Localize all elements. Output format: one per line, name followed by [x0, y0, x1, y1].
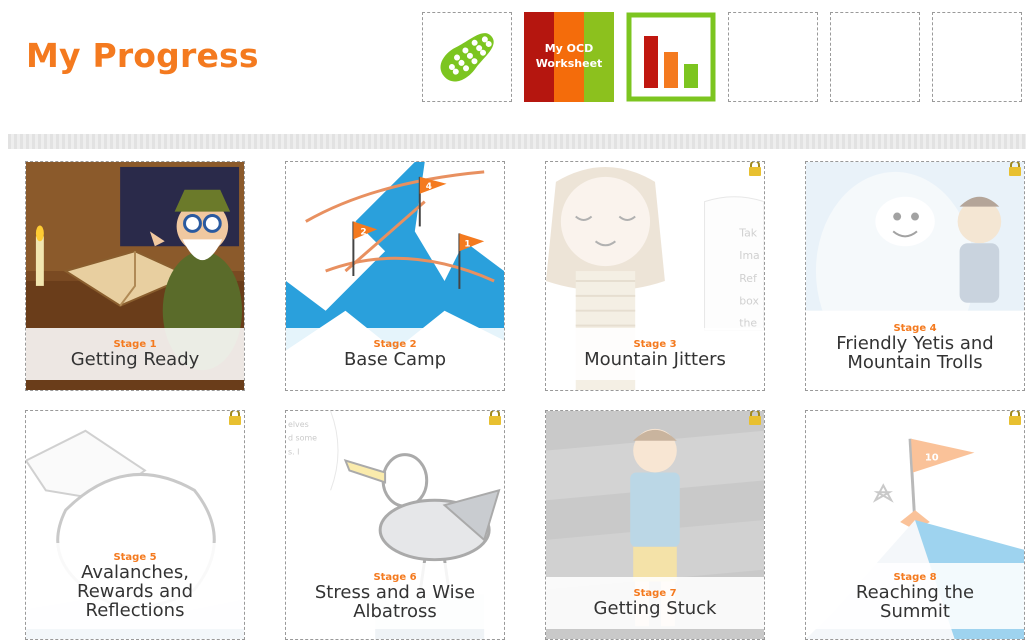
stage-title: Stress and a Wise Albatross — [314, 581, 476, 622]
note-text: s. I — [288, 448, 299, 457]
stage-1-label: Stage 1 Getting Ready — [26, 328, 244, 380]
stage-number: Stage 6 — [373, 571, 417, 583]
section-divider — [8, 134, 1026, 149]
stage-5-label: Stage 5 Avalanches, Rewards and Reflecti… — [26, 543, 244, 629]
bar-chart-icon — [626, 12, 716, 102]
stage-7-label: Stage 7 Getting Stuck — [546, 577, 764, 629]
ocd-worksheet-button[interactable]: My OCD Worksheet — [524, 12, 614, 102]
stage-card-1[interactable]: Stage 1 Getting Ready — [25, 161, 245, 391]
shoe-tool-button[interactable] — [422, 12, 512, 102]
note-text: Ima — [739, 249, 759, 262]
stage-title: Base Camp — [343, 349, 447, 370]
padlock-icon — [229, 411, 241, 425]
note-text: elves — [288, 420, 309, 429]
stage-card-6[interactable]: elves d some s. I Stage 6 Stress and a W… — [285, 410, 505, 640]
flag-number: 4 — [426, 182, 432, 192]
worksheet-label-line1: My OCD — [545, 42, 594, 55]
padlock-icon — [1009, 411, 1021, 425]
stage-4-label: Stage 4 Friendly Yetis and Mountain Trol… — [806, 314, 1024, 380]
stage-title: Mountain Jitters — [584, 349, 726, 370]
flag-number: 1 — [464, 239, 470, 249]
flag-number: 2 — [360, 227, 366, 237]
worksheet-icon: My OCD Worksheet — [524, 12, 614, 102]
padlock-icon — [489, 411, 501, 425]
stage-title: Getting Ready — [70, 349, 200, 370]
note-text: Ref — [739, 272, 758, 285]
note-text: d some — [288, 434, 317, 443]
stage-card-4[interactable]: Stage 4 Friendly Yetis and Mountain Trol… — [805, 161, 1025, 391]
padlock-icon — [749, 411, 761, 425]
stage-title: Friendly Yetis and Mountain Trolls — [836, 332, 994, 373]
stage-card-2[interactable]: 2 4 1 Stage 2 Base Camp — [285, 161, 505, 391]
padlock-icon — [1009, 162, 1021, 176]
empty-tool-slot[interactable] — [932, 12, 1022, 102]
note-text: box — [739, 295, 759, 308]
stage-card-5[interactable]: Stage 5 Avalanches, Rewards and Reflecti… — [25, 410, 245, 640]
stage-title: Avalanches, Rewards and Reflections — [77, 562, 193, 621]
stage-8-label: Stage 8 Reaching the Summit — [806, 563, 1024, 629]
progress-chart-button[interactable] — [626, 12, 716, 102]
stage-2-label: Stage 2 Base Camp — [286, 328, 504, 380]
stage-6-label: Stage 6 Stress and a Wise Albatross — [286, 563, 504, 629]
worksheet-label-line2: Worksheet — [536, 57, 603, 70]
flag-number: 10 — [925, 453, 939, 464]
padlock-icon — [749, 162, 761, 176]
page-title: My Progress — [26, 36, 259, 75]
empty-tool-slot[interactable] — [830, 12, 920, 102]
shoe-print-icon — [440, 33, 494, 82]
stage-number: Stage 8 — [893, 571, 937, 583]
note-text: Tak — [738, 226, 758, 239]
empty-tool-slot[interactable] — [728, 12, 818, 102]
stage-card-8[interactable]: 10 Stage 8 Reaching the Summit — [805, 410, 1025, 640]
stage-title: Getting Stuck — [593, 598, 717, 619]
stage-3-label: Stage 3 Mountain Jitters — [546, 328, 764, 380]
stage-title: Reaching the Summit — [855, 581, 975, 622]
stage-card-7[interactable]: Stage 7 Getting Stuck — [545, 410, 765, 640]
stage-card-3[interactable]: Tak Ima Ref box the Stage 3 Mountain Jit… — [545, 161, 765, 391]
stage-number: Stage 4 — [893, 322, 937, 334]
